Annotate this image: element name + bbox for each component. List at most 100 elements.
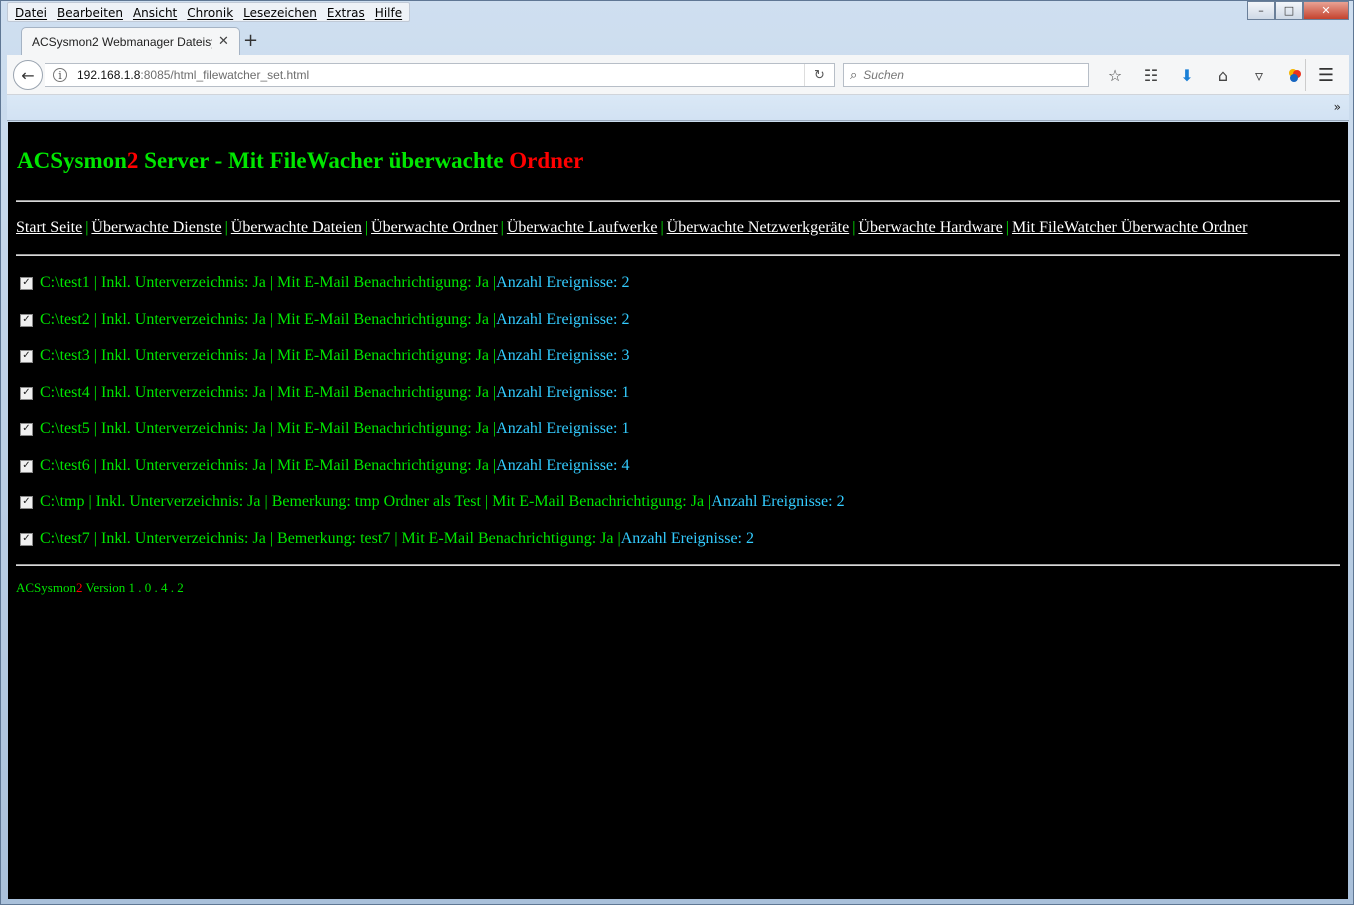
row-text: C:\test1 | Inkl. Unterverzeichnis: Ja | … bbox=[40, 274, 497, 291]
title-brand-two: 2 bbox=[126, 148, 139, 173]
minimize-button[interactable]: – bbox=[1247, 1, 1275, 20]
nav-separator: | bbox=[224, 219, 228, 236]
back-button[interactable]: ← bbox=[13, 60, 43, 90]
extension-icon[interactable] bbox=[1277, 63, 1313, 87]
info-icon[interactable]: i bbox=[53, 68, 67, 82]
reload-icon[interactable]: ↻ bbox=[804, 64, 834, 86]
menu-datei[interactable]: Datei bbox=[10, 3, 52, 21]
row-text: C:\test4 | Inkl. Unterverzeichnis: Ja | … bbox=[40, 384, 497, 401]
title-middle: Server - Mit FileWacher überwachte bbox=[138, 148, 510, 173]
search-icon: ⌕ bbox=[850, 67, 858, 83]
row-count: Anzahl Ereignisse: 3 bbox=[496, 347, 630, 364]
tab-title: ACSysmon2 Webmanager Dateisy bbox=[32, 34, 212, 49]
row-text: C:\tmp | Inkl. Unterverzeichnis: Ja | Be… bbox=[40, 493, 712, 510]
chevron-right-icon[interactable]: » bbox=[1334, 100, 1341, 114]
page-title: ACSysmon2 Server - Mit FileWacher überwa… bbox=[17, 148, 583, 174]
navigation-toolbar: ← i 192.168.1.8:8085/html_filewatcher_se… bbox=[7, 55, 1349, 95]
search-bar[interactable]: ⌕ Suchen bbox=[843, 63, 1089, 87]
bookmark-star-icon[interactable]: ☆ bbox=[1097, 63, 1133, 87]
row-count: Anzahl Ereignisse: 2 bbox=[620, 530, 754, 547]
checkbox-checked-icon[interactable]: ✓ bbox=[20, 313, 33, 327]
row-text: C:\test2 | Inkl. Unterverzeichnis: Ja | … bbox=[40, 311, 497, 328]
divider-bottom bbox=[16, 564, 1340, 566]
checkbox-checked-icon[interactable]: ✓ bbox=[20, 495, 33, 509]
menu-bar: Datei Bearbeiten Ansicht Chronik Lesezei… bbox=[7, 2, 411, 22]
nav-separator: | bbox=[85, 219, 89, 236]
nav-filewatcher[interactable]: Mit FileWatcher Überwachte Ordner bbox=[1012, 219, 1248, 236]
browser-window: Datei Bearbeiten Ansicht Chronik Lesezei… bbox=[0, 0, 1354, 905]
menu-ansicht[interactable]: Ansicht bbox=[128, 3, 182, 21]
row-text: C:\test5 | Inkl. Unterverzeichnis: Ja | … bbox=[40, 420, 497, 437]
nav-dienste[interactable]: Überwachte Dienste bbox=[91, 219, 221, 236]
nav-separator: | bbox=[1005, 219, 1009, 236]
minimize-icon: – bbox=[1258, 4, 1264, 17]
menu-bearbeiten[interactable]: Bearbeiten bbox=[52, 3, 128, 21]
menu-chronik[interactable]: Chronik bbox=[182, 3, 238, 21]
page-content: ACSysmon2 Server - Mit FileWacher überwa… bbox=[8, 122, 1348, 899]
url-path: :8085/html_filewatcher_set.html bbox=[140, 68, 310, 82]
search-placeholder: Suchen bbox=[863, 68, 904, 82]
list-item: ✓ C:\tmp | Inkl. Unterverzeichnis: Ja | … bbox=[20, 493, 845, 511]
checkbox-checked-icon[interactable]: ✓ bbox=[20, 276, 33, 290]
nav-laufwerke[interactable]: Überwachte Laufwerke bbox=[507, 219, 658, 236]
row-text: C:\test6 | Inkl. Unterverzeichnis: Ja | … bbox=[40, 457, 497, 474]
checkbox-checked-icon[interactable]: ✓ bbox=[20, 459, 33, 473]
list-item: ✓ C:\test3 | Inkl. Unterverzeichnis: Ja … bbox=[20, 347, 629, 365]
maximize-button[interactable]: □ bbox=[1275, 1, 1303, 20]
title-end: Ordner bbox=[509, 148, 584, 173]
tab-strip: ACSysmon2 Webmanager Dateisy ✕ + bbox=[7, 27, 1349, 55]
nav-separator: | bbox=[364, 219, 369, 236]
menu-hilfe[interactable]: Hilfe bbox=[370, 3, 407, 21]
checkbox-checked-icon[interactable]: ✓ bbox=[20, 386, 33, 400]
nav-separator: | bbox=[500, 219, 504, 236]
title-brand: ACSysmon bbox=[17, 148, 127, 173]
nav-separator: | bbox=[660, 219, 664, 236]
nav-dateien[interactable]: Überwachte Dateien bbox=[231, 219, 362, 236]
row-text: C:\test3 | Inkl. Unterverzeichnis: Ja | … bbox=[40, 347, 497, 364]
list-item: ✓ C:\test6 | Inkl. Unterverzeichnis: Ja … bbox=[20, 457, 629, 475]
nav-start-seite[interactable]: Start Seite bbox=[16, 219, 82, 236]
version-footer: ACSysmon2 Version 1 . 0 . 4 . 2 bbox=[16, 580, 184, 596]
title-bar: Datei Bearbeiten Ansicht Chronik Lesezei… bbox=[1, 1, 1353, 27]
nav-hardware[interactable]: Überwachte Hardware bbox=[858, 219, 1002, 236]
list-item: ✓ C:\test2 | Inkl. Unterverzeichnis: Ja … bbox=[20, 311, 629, 329]
hamburger-menu-icon[interactable]: ☰ bbox=[1311, 63, 1341, 87]
nav-separator: | bbox=[852, 219, 856, 236]
checkbox-checked-icon[interactable]: ✓ bbox=[20, 532, 33, 546]
pocket-icon[interactable]: ▿ bbox=[1241, 63, 1277, 87]
window-controls: – □ ✕ bbox=[1247, 1, 1349, 20]
row-count: Anzahl Ereignisse: 1 bbox=[496, 420, 630, 437]
checkbox-checked-icon[interactable]: ✓ bbox=[20, 349, 33, 363]
row-count: Anzahl Ereignisse: 1 bbox=[496, 384, 630, 401]
home-icon[interactable]: ⌂ bbox=[1205, 63, 1241, 87]
maximize-icon: □ bbox=[1283, 4, 1295, 17]
tab-close-icon[interactable]: ✕ bbox=[218, 34, 229, 49]
list-item: ✓ C:\test5 | Inkl. Unterverzeichnis: Ja … bbox=[20, 420, 629, 438]
row-count: Anzahl Ereignisse: 4 bbox=[496, 457, 630, 474]
footer-version: Version 1 . 0 . 4 . 2 bbox=[82, 580, 184, 595]
browser-tab[interactable]: ACSysmon2 Webmanager Dateisy ✕ bbox=[21, 27, 240, 55]
new-tab-button[interactable]: + bbox=[243, 30, 258, 51]
close-window-button[interactable]: ✕ bbox=[1303, 1, 1349, 20]
bookmarks-toolbar: » bbox=[7, 95, 1349, 121]
row-text: C:\test7 | Inkl. Unterverzeichnis: Ja | … bbox=[40, 530, 621, 547]
nav-links: Start Seite | Überwachte Dienste | Überwacht… bbox=[16, 219, 1247, 237]
menu-extras[interactable]: Extras bbox=[322, 3, 370, 21]
toolbar-icons: ☆ ☷ ⬇ ⌂ ▿ bbox=[1097, 63, 1313, 87]
row-count: Anzahl Ereignisse: 2 bbox=[496, 311, 630, 328]
row-count: Anzahl Ereignisse: 2 bbox=[496, 274, 630, 291]
list-item: ✓ C:\test4 | Inkl. Unterverzeichnis: Ja … bbox=[20, 384, 629, 402]
reading-list-icon[interactable]: ☷ bbox=[1133, 63, 1169, 87]
download-icon[interactable]: ⬇ bbox=[1169, 63, 1205, 87]
nav-ordner[interactable]: Überwachte Ordner bbox=[371, 219, 498, 236]
nav-netzwerkgeraete[interactable]: Überwachte Netzwerkgeräte bbox=[667, 219, 850, 236]
checkbox-checked-icon[interactable]: ✓ bbox=[20, 422, 33, 436]
row-count: Anzahl Ereignisse: 2 bbox=[711, 493, 845, 510]
menu-lesezeichen[interactable]: Lesezeichen bbox=[238, 3, 322, 21]
url-bar[interactable]: i 192.168.1.8:8085/html_filewatcher_set.… bbox=[45, 63, 835, 87]
list-item: ✓ C:\test7 | Inkl. Unterverzeichnis: Ja … bbox=[20, 530, 754, 548]
url-host: 192.168.1.8 bbox=[77, 68, 141, 82]
divider-middle bbox=[16, 254, 1340, 256]
close-icon: ✕ bbox=[1321, 4, 1331, 17]
divider-top bbox=[16, 200, 1340, 202]
